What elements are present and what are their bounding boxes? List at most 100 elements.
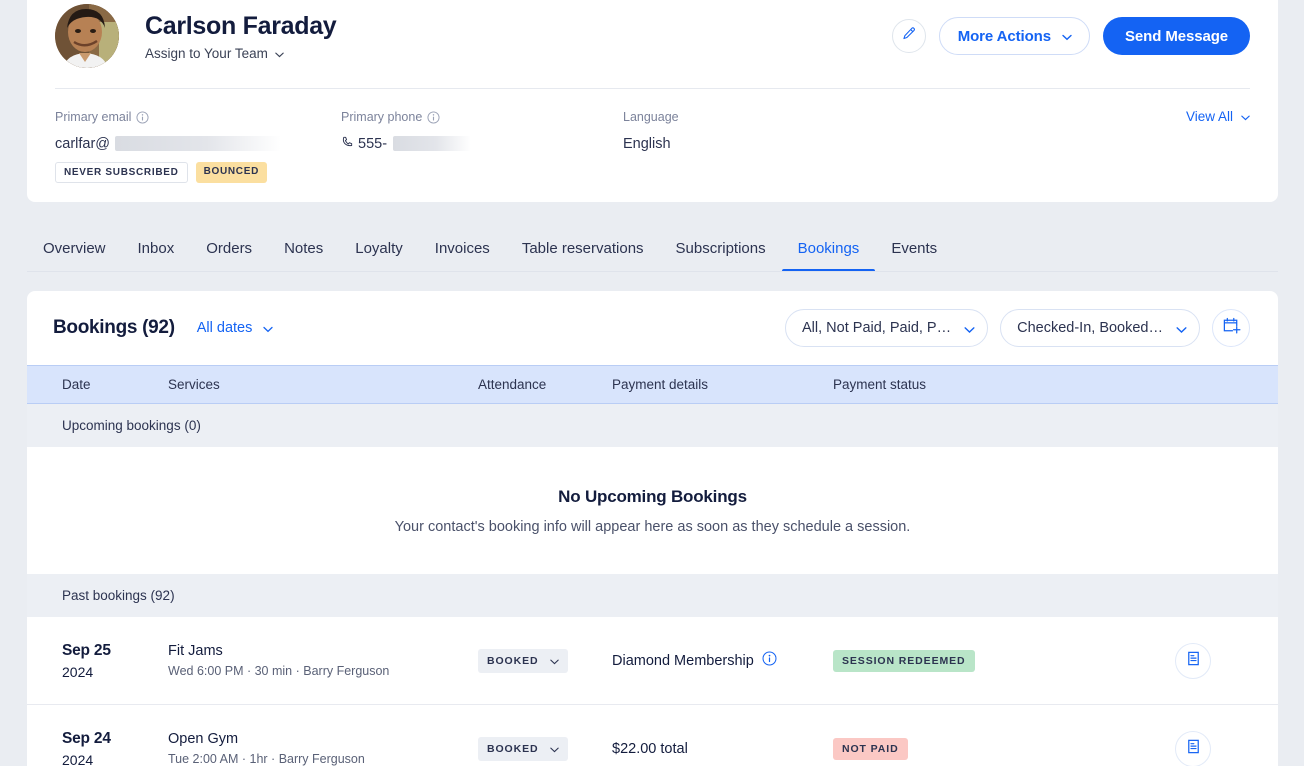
tab-loyalty[interactable]: Loyalty <box>339 240 419 272</box>
primary-phone-field: Primary phone 555- <box>341 109 623 183</box>
calendar-plus-icon <box>1222 316 1241 340</box>
tab-events[interactable]: Events <box>875 240 953 272</box>
language-label: Language <box>623 110 679 124</box>
chevron-down-icon <box>262 323 274 333</box>
page-title: Carlson Faraday <box>145 12 337 40</box>
payment-details-text: $22.00 total <box>612 740 688 757</box>
info-icon[interactable] <box>427 110 440 124</box>
info-icon[interactable] <box>136 110 149 124</box>
send-message-button[interactable]: Send Message <box>1102 17 1250 55</box>
tab-notes[interactable]: Notes <box>268 240 339 272</box>
tab-inbox[interactable]: Inbox <box>122 240 191 272</box>
column-header-payment-status: Payment status <box>833 377 927 392</box>
booking-attendance-cell: BOOKED <box>478 648 612 673</box>
bookings-card: Bookings (92) All dates All, Not Paid, P… <box>27 291 1278 766</box>
booking-service-name: Fit Jams <box>168 643 223 659</box>
date-range-label: All dates <box>196 320 253 336</box>
payment-filter-label: All, Not Paid, Paid, P… <box>802 320 952 336</box>
column-header-payment-details: Payment details <box>612 377 709 392</box>
profile-header: Carlson Faraday Assign to Your Team More… <box>27 0 1278 72</box>
view-all-label: View All <box>1185 109 1233 124</box>
language-field: Language English <box>623 109 923 183</box>
status-badge: SESSION REDEEMED <box>833 649 975 672</box>
column-header-date: Date <box>62 377 91 392</box>
booking-date-cell: Sep 25 2024 <box>27 642 168 680</box>
document-icon <box>1185 738 1202 760</box>
bookings-table-header: Date Services Attendance Payment details… <box>27 365 1278 404</box>
upcoming-group-label: Upcoming bookings (0) <box>62 418 201 433</box>
chevron-down-icon <box>274 49 284 59</box>
status-filter-select[interactable]: Checked-In, Booked… <box>1000 309 1200 347</box>
booking-payment-details-cell: $22.00 total <box>612 741 833 757</box>
contact-bookings-page: Carlson Faraday Assign to Your Team More… <box>0 0 1304 766</box>
booking-payment-status-cell: NOT PAID <box>833 737 1153 760</box>
past-bookings-group-header: Past bookings (92) <box>27 574 1278 617</box>
redacted-phone <box>393 136 472 151</box>
date-range-filter[interactable]: All dates <box>196 320 274 336</box>
more-actions-button[interactable]: More Actions <box>938 17 1090 55</box>
redacted-email <box>115 136 282 151</box>
table-row[interactable]: Sep 24 2024 Open Gym Tue 2:00 AM · 1hr ·… <box>27 705 1278 766</box>
booking-attendance-cell: BOOKED <box>478 736 612 761</box>
info-icon[interactable] <box>762 651 777 670</box>
bookings-toolbar: Bookings (92) All dates All, Not Paid, P… <box>27 291 1278 365</box>
booking-date-year: 2024 <box>62 663 94 680</box>
booking-service-name: Open Gym <box>168 731 239 747</box>
primary-phone-label: Primary phone <box>341 109 623 125</box>
booking-date-main: Sep 25 <box>62 641 111 659</box>
tab-invoices[interactable]: Invoices <box>419 240 506 272</box>
primary-phone-value: 555- <box>341 134 623 153</box>
edit-contact-button[interactable] <box>891 19 926 53</box>
tab-orders[interactable]: Orders <box>190 240 268 272</box>
booking-payment-status-cell: SESSION REDEEMED <box>833 649 1153 672</box>
empty-state-title: No Upcoming Bookings <box>558 486 747 506</box>
upcoming-bookings-group-header: Upcoming bookings (0) <box>27 404 1278 447</box>
booking-actions-cell <box>1153 642 1278 679</box>
status-badge: NEVER SUBSCRIBED <box>55 162 188 183</box>
booking-details-button[interactable] <box>1175 642 1211 679</box>
chevron-down-icon <box>1240 112 1250 122</box>
primary-email-label: Primary email <box>55 109 341 125</box>
booking-service-cell: Fit Jams Wed 6:00 PM · 30 min · Barry Fe… <box>168 643 478 678</box>
primary-email-field: Primary email carlfar@ NEVER SUBSCRIBED … <box>55 109 341 183</box>
tab-overview[interactable]: Overview <box>27 240 122 272</box>
document-icon <box>1185 650 1202 672</box>
attendance-dropdown[interactable]: BOOKED <box>478 736 568 761</box>
attendance-label: BOOKED <box>487 742 539 755</box>
phone-icon <box>341 135 354 152</box>
booking-date-cell: Sep 24 2024 <box>27 730 168 766</box>
tabs-divider <box>27 271 1278 272</box>
view-all-button[interactable]: View All <box>1186 109 1250 124</box>
pencil-icon <box>901 26 917 47</box>
chevron-down-icon <box>549 744 559 754</box>
booking-payment-details-cell: Diamond Membership <box>612 651 833 670</box>
more-actions-label: More Actions <box>957 27 1051 45</box>
attendance-dropdown[interactable]: BOOKED <box>478 648 568 673</box>
booking-service-detail: Tue 2:00 AM · 1hr · Barry Ferguson <box>168 752 365 766</box>
booking-actions-cell <box>1153 730 1278 766</box>
tab-bookings[interactable]: Bookings <box>781 240 876 272</box>
status-filter-label: Checked-In, Booked… <box>1017 320 1163 336</box>
status-badge: BOUNCED <box>195 162 268 183</box>
bookings-title: Bookings (92) <box>53 317 175 338</box>
tab-table-reservations[interactable]: Table reservations <box>506 240 660 272</box>
assign-to-team-dropdown[interactable]: Assign to Your Team <box>145 46 336 61</box>
booking-service-cell: Open Gym Tue 2:00 AM · 1hr · Barry Fergu… <box>168 731 478 766</box>
chevron-down-icon <box>963 323 975 333</box>
profile-identity: Carlson Faraday Assign to Your Team <box>145 11 337 61</box>
add-booking-button[interactable] <box>1212 309 1250 347</box>
chevron-down-icon <box>1175 323 1187 333</box>
booking-service-detail: Wed 6:00 PM · 30 min · Barry Ferguson <box>168 664 390 678</box>
tab-subscriptions[interactable]: Subscriptions <box>660 240 782 272</box>
booking-date-main: Sep 24 <box>62 729 111 747</box>
bookings-filters: All, Not Paid, Paid, P… Checked-In, Book… <box>785 309 1250 347</box>
column-header-services: Services <box>168 377 220 392</box>
avatar <box>55 4 119 68</box>
booking-details-button[interactable] <box>1175 730 1211 766</box>
send-message-label: Send Message <box>1124 27 1228 45</box>
payment-filter-select[interactable]: All, Not Paid, Paid, P… <box>785 309 989 347</box>
profile-actions: More Actions Send Message <box>891 17 1250 55</box>
contact-profile-card: Carlson Faraday Assign to Your Team More… <box>27 0 1278 202</box>
table-row[interactable]: Sep 25 2024 Fit Jams Wed 6:00 PM · 30 mi… <box>27 617 1278 705</box>
contact-tabs: Overview Inbox Orders Notes Loyalty Invo… <box>27 224 1278 272</box>
